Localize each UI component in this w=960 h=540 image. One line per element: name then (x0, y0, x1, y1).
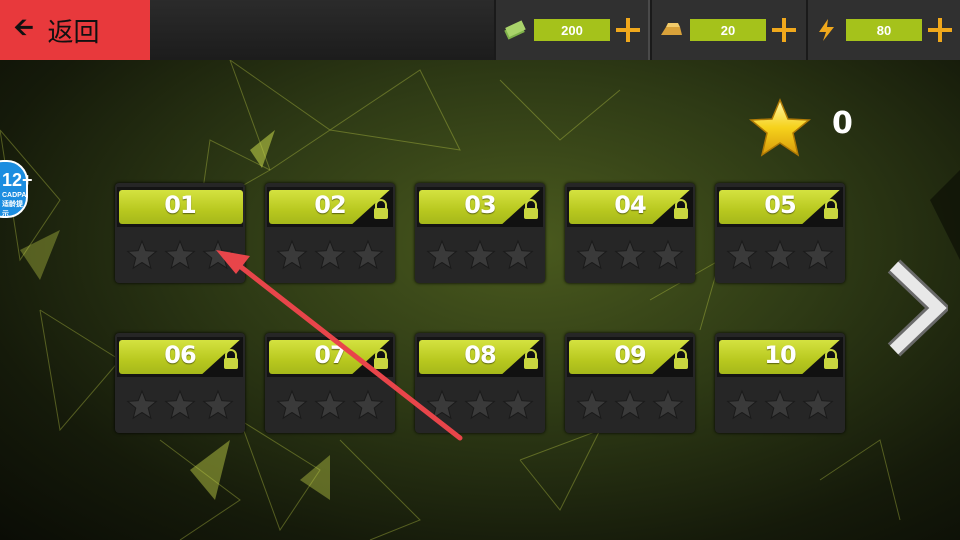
level-star-icon (764, 389, 796, 420)
level-tile[interactable]: 01 (115, 183, 245, 283)
star-icon (749, 98, 811, 157)
gold-value: 20 (690, 19, 766, 41)
level-tile[interactable]: 09 (565, 333, 695, 433)
level-star-icon (126, 239, 158, 270)
level-star-icon (164, 239, 196, 270)
level-star-icon (502, 239, 534, 270)
lock-icon (499, 187, 543, 227)
level-star-icon (426, 239, 458, 270)
top-bar: 🡨 返回 200 20 80 (0, 0, 960, 60)
lock-icon (499, 337, 543, 377)
next-page-chevron-icon[interactable] (884, 258, 948, 358)
level-star-icon (464, 389, 496, 420)
level-tile[interactable]: 02 (265, 183, 395, 283)
level-star-icon (202, 389, 234, 420)
level-star-rating (426, 389, 534, 420)
level-tile[interactable]: 07 (265, 333, 395, 433)
lock-icon (649, 337, 693, 377)
level-star-icon (614, 389, 646, 420)
level-tile[interactable]: 04 (565, 183, 695, 283)
add-energy-button[interactable] (928, 18, 952, 42)
lock-icon (349, 187, 393, 227)
level-header: 07 (267, 337, 393, 377)
level-star-icon (426, 389, 458, 420)
add-cash-button[interactable] (616, 18, 640, 42)
level-star-icon (802, 239, 834, 270)
back-label: 返回 (47, 17, 100, 48)
level-star-icon (126, 389, 158, 420)
level-star-rating (276, 239, 384, 270)
arrow-left-icon: 🡨 (14, 12, 34, 41)
level-star-icon (164, 389, 196, 420)
age-rating-badge: 12+ CADPA 适龄提示 (0, 160, 33, 218)
level-header: 02 (267, 187, 393, 227)
level-header: 01 (117, 187, 243, 227)
back-button[interactable]: 🡨 返回 (0, 0, 150, 60)
level-header: 09 (567, 337, 693, 377)
level-star-icon (614, 239, 646, 270)
level-star-icon (764, 239, 796, 270)
level-star-rating (576, 389, 684, 420)
level-star-icon (726, 389, 758, 420)
level-star-icon (652, 389, 684, 420)
level-header: 10 (717, 337, 843, 377)
level-star-icon (802, 389, 834, 420)
level-header: 03 (417, 187, 543, 227)
level-tile[interactable]: 03 (415, 183, 545, 283)
level-tile[interactable]: 05 (715, 183, 845, 283)
cash-value: 200 (534, 19, 610, 41)
lock-icon (199, 337, 243, 377)
lock-icon (649, 187, 693, 227)
level-star-icon (464, 239, 496, 270)
resource-gold: 20 (650, 0, 808, 60)
level-star-icon (276, 239, 308, 270)
level-star-rating (126, 239, 234, 270)
resource-cash: 200 (494, 0, 650, 60)
level-star-icon (576, 389, 608, 420)
level-tile[interactable]: 10 (715, 333, 845, 433)
level-star-rating (426, 239, 534, 270)
level-star-icon (314, 389, 346, 420)
level-star-icon (352, 389, 384, 420)
level-header: 04 (567, 187, 693, 227)
level-star-rating (726, 389, 834, 420)
level-star-rating (126, 389, 234, 420)
level-tile[interactable]: 08 (415, 333, 545, 433)
energy-value: 80 (846, 19, 922, 41)
age-rating-caption: CADPA 适龄提示 (2, 192, 27, 218)
age-rating-number: 12+ (2, 170, 33, 190)
add-gold-button[interactable] (772, 18, 796, 42)
level-star-rating (576, 239, 684, 270)
lightning-icon (819, 19, 834, 41)
level-header: 05 (717, 187, 843, 227)
gold-bar-icon (661, 23, 682, 35)
level-number: 01 (164, 191, 196, 219)
lock-icon (799, 187, 843, 227)
stars-total-count: 0 (832, 106, 853, 141)
level-star-icon (352, 239, 384, 270)
level-header: 08 (417, 337, 543, 377)
level-star-icon (652, 239, 684, 270)
level-star-icon (726, 239, 758, 270)
level-star-icon (314, 239, 346, 270)
level-star-rating (726, 239, 834, 270)
level-star-icon (576, 239, 608, 270)
level-tile[interactable]: 06 (115, 333, 245, 433)
lock-icon (349, 337, 393, 377)
resource-energy: 80 (806, 0, 960, 60)
level-star-icon (202, 239, 234, 270)
level-star-rating (276, 389, 384, 420)
level-star-icon (276, 389, 308, 420)
lock-icon (799, 337, 843, 377)
level-header: 06 (117, 337, 243, 377)
cash-icon (504, 20, 526, 40)
level-star-icon (502, 389, 534, 420)
